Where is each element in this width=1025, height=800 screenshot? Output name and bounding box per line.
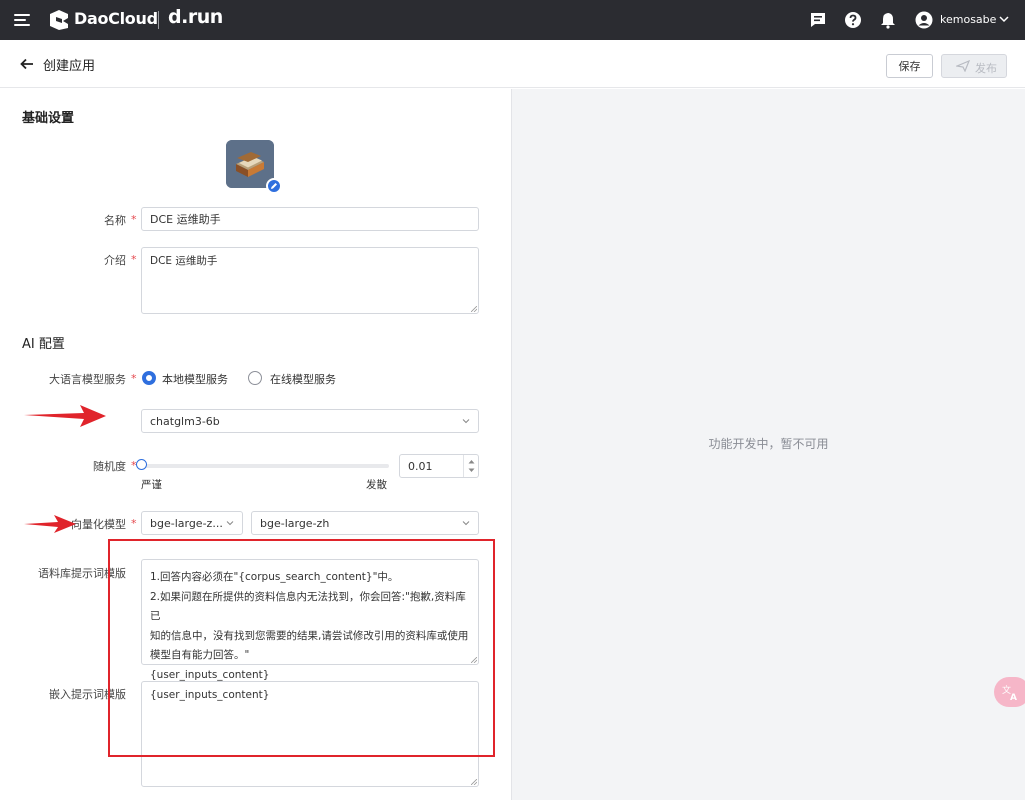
translate-icon: 文 A	[1002, 684, 1017, 702]
page-title: 创建应用	[43, 59, 96, 74]
bell-icon[interactable]	[879, 11, 897, 29]
embed-prompt-text: {user_inputs_content}	[150, 689, 270, 701]
annotation-arrow-icon	[24, 515, 76, 533]
preview-panel: 功能开发中，暂不可用	[511, 89, 1025, 800]
embedding-model-select[interactable]: bge-large-zh	[251, 511, 479, 535]
back-arrow-icon[interactable]	[19, 56, 35, 72]
save-button[interactable]: 保存	[886, 54, 933, 78]
chevron-down-icon	[462, 521, 470, 526]
embed-prompt-textarea[interactable]: {user_inputs_content}	[141, 681, 479, 787]
publish-label: 发布	[975, 62, 997, 75]
radio-local-model-label[interactable]: 本地模型服务	[162, 371, 228, 387]
pencil-icon	[271, 183, 277, 189]
required-mark: *	[131, 253, 137, 266]
preview-unavailable-message: 功能开发中，暂不可用	[708, 437, 829, 451]
intro-label: 介绍	[104, 254, 126, 267]
intro-textarea[interactable]: DCE 运维助手	[141, 247, 479, 314]
logo-text[interactable]: DaoCloud	[74, 9, 158, 28]
send-icon	[956, 60, 970, 72]
slider-max-label: 发散	[366, 479, 387, 491]
resize-grip-icon[interactable]	[471, 779, 477, 785]
prompt-line: 1.回答内容必须在"{corpus_search_content}"中。	[150, 571, 399, 583]
chevron-down-icon[interactable]	[999, 14, 1009, 24]
prompt-line: 2.如果问题在所提供的资料信息内无法找到，你会回答:"抱歉,资料库已	[150, 590, 466, 623]
message-icon[interactable]	[809, 11, 827, 29]
radio-online-model-label[interactable]: 在线模型服务	[270, 371, 336, 387]
slider-min-label: 严谨	[141, 479, 162, 491]
embedding-provider-value: bge-large-z...	[150, 516, 223, 530]
name-input[interactable]: DCE 运维助手	[141, 207, 479, 231]
annotation-arrow-icon	[24, 405, 106, 427]
llm-service-label: 大语言模型服务	[49, 373, 126, 386]
prompt-line: 知的信息中，没有找到您需要的结果,请尝试修改引用的资料库或使用	[150, 629, 469, 642]
intro-text: DCE 运维助手	[150, 255, 218, 267]
help-icon[interactable]	[844, 11, 862, 29]
required-mark: *	[131, 517, 137, 530]
number-stepper[interactable]	[463, 455, 478, 477]
required-mark: *	[131, 213, 137, 226]
user-avatar-icon[interactable]	[915, 11, 933, 29]
corpus-prompt-textarea[interactable]: 1.回答内容必须在"{corpus_search_content}"中。 2.如…	[141, 559, 479, 681]
name-label: 名称	[104, 214, 126, 227]
model-select-value: chatglm3-6b	[150, 414, 220, 428]
menu-icon[interactable]	[14, 12, 30, 28]
resize-grip-icon[interactable]	[471, 657, 477, 663]
embed-prompt-label: 嵌入提示词模版	[49, 688, 126, 701]
publish-button[interactable]: 发布	[941, 54, 1007, 78]
translate-float-button[interactable]: 文 A	[994, 677, 1025, 707]
svg-text:A: A	[1010, 693, 1017, 702]
logo-divider	[158, 11, 159, 29]
edit-avatar-button[interactable]	[266, 178, 282, 194]
radio-local-model[interactable]	[142, 371, 156, 385]
top-navbar: DaoCloud d.run kemosabe	[0, 0, 1025, 40]
corpus-prompt-label: 语料库提示词模版	[38, 567, 126, 580]
model-select[interactable]: chatglm3-6b	[141, 409, 479, 433]
temperature-slider-track[interactable]	[141, 464, 389, 468]
temperature-label: 随机度	[93, 460, 126, 473]
username[interactable]: kemosabe	[940, 13, 996, 26]
embedding-provider-select[interactable]: bge-large-z...	[141, 511, 243, 535]
prompt-line: 模型自有能力回答。"	[150, 649, 250, 661]
stepper-arrows-icon	[468, 460, 475, 472]
basic-settings-title: 基础设置	[22, 111, 75, 126]
chevron-down-icon	[226, 521, 234, 526]
radio-online-model[interactable]	[248, 371, 262, 385]
temperature-slider-thumb[interactable]	[136, 459, 147, 470]
resize-grip-icon[interactable]	[471, 306, 477, 312]
drun-logo[interactable]: d.run	[168, 6, 223, 28]
embedding-model-value: bge-large-zh	[260, 516, 330, 530]
ai-config-title: AI 配置	[22, 337, 65, 352]
daocloud-logo-icon	[50, 10, 68, 30]
app-config-form: 基础设置 名称 * DCE 运维助手 介绍 * DCE 运维助手 AI 配置 大…	[0, 89, 510, 800]
required-mark: *	[131, 372, 137, 385]
page-header: 创建应用 保存 发布	[0, 40, 1025, 88]
chevron-down-icon	[462, 419, 470, 424]
